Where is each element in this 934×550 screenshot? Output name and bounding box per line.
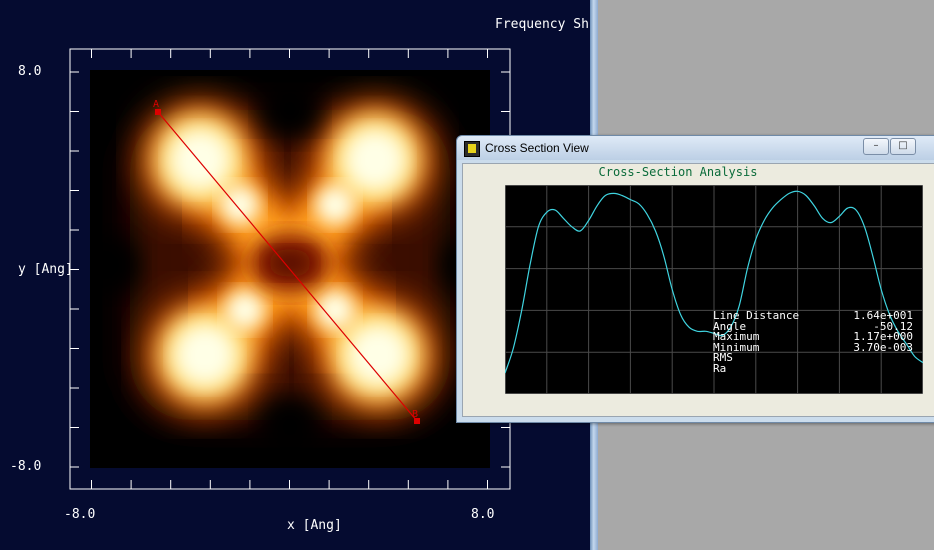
intensity-lobe — [225, 290, 265, 330]
intensity-center-dip — [268, 249, 312, 277]
stat-row: RMS — [713, 352, 913, 364]
intensity-gap — [90, 235, 140, 295]
cross-section-client: Cross-Section Analysis Line Distance 1.64… — [462, 163, 934, 417]
x-axis-label: x [Ang] — [287, 518, 342, 533]
y-axis-label: y [Ang] — [18, 262, 73, 277]
intensity-lobe — [170, 130, 230, 190]
stats-panel: Line Distance 1.64e+001 Angle -50.12 Maximum… — [713, 310, 913, 375]
intensity-gap — [260, 395, 320, 455]
y-min-label: -8.0 — [10, 459, 42, 474]
stat-row: Minimum 3.70e-003 — [713, 340, 913, 354]
intensity-lobe — [175, 325, 235, 385]
intensity-lobe — [220, 185, 260, 225]
intensity-lobe — [315, 185, 355, 225]
intensity-gap — [260, 80, 320, 140]
end-label: B — [412, 409, 418, 420]
stat-value: 3.70e-003 — [853, 340, 913, 354]
x-max-label: 8.0 — [471, 507, 495, 522]
y-max-label: 8.0 — [18, 64, 42, 79]
intensity-lobe — [345, 130, 405, 190]
cross-section-heading: Cross-Section Analysis — [598, 165, 758, 179]
maximize-button[interactable]: □ — [890, 138, 916, 155]
app-icon — [464, 141, 480, 157]
start-label: A — [153, 99, 159, 110]
intensity-lobe — [348, 325, 408, 385]
cross-section-window: Cross Section View – □ Cross-Section Ana… — [456, 135, 934, 423]
stat-label: Ra — [713, 361, 727, 375]
x-min-label: -8.0 — [64, 507, 96, 522]
stat-row: Ra — [713, 361, 913, 375]
cross-section-titlebar[interactable]: Cross Section View – □ — [457, 136, 934, 160]
minimize-button[interactable]: – — [863, 138, 889, 155]
cross-section-title: Cross Section View — [485, 141, 589, 155]
